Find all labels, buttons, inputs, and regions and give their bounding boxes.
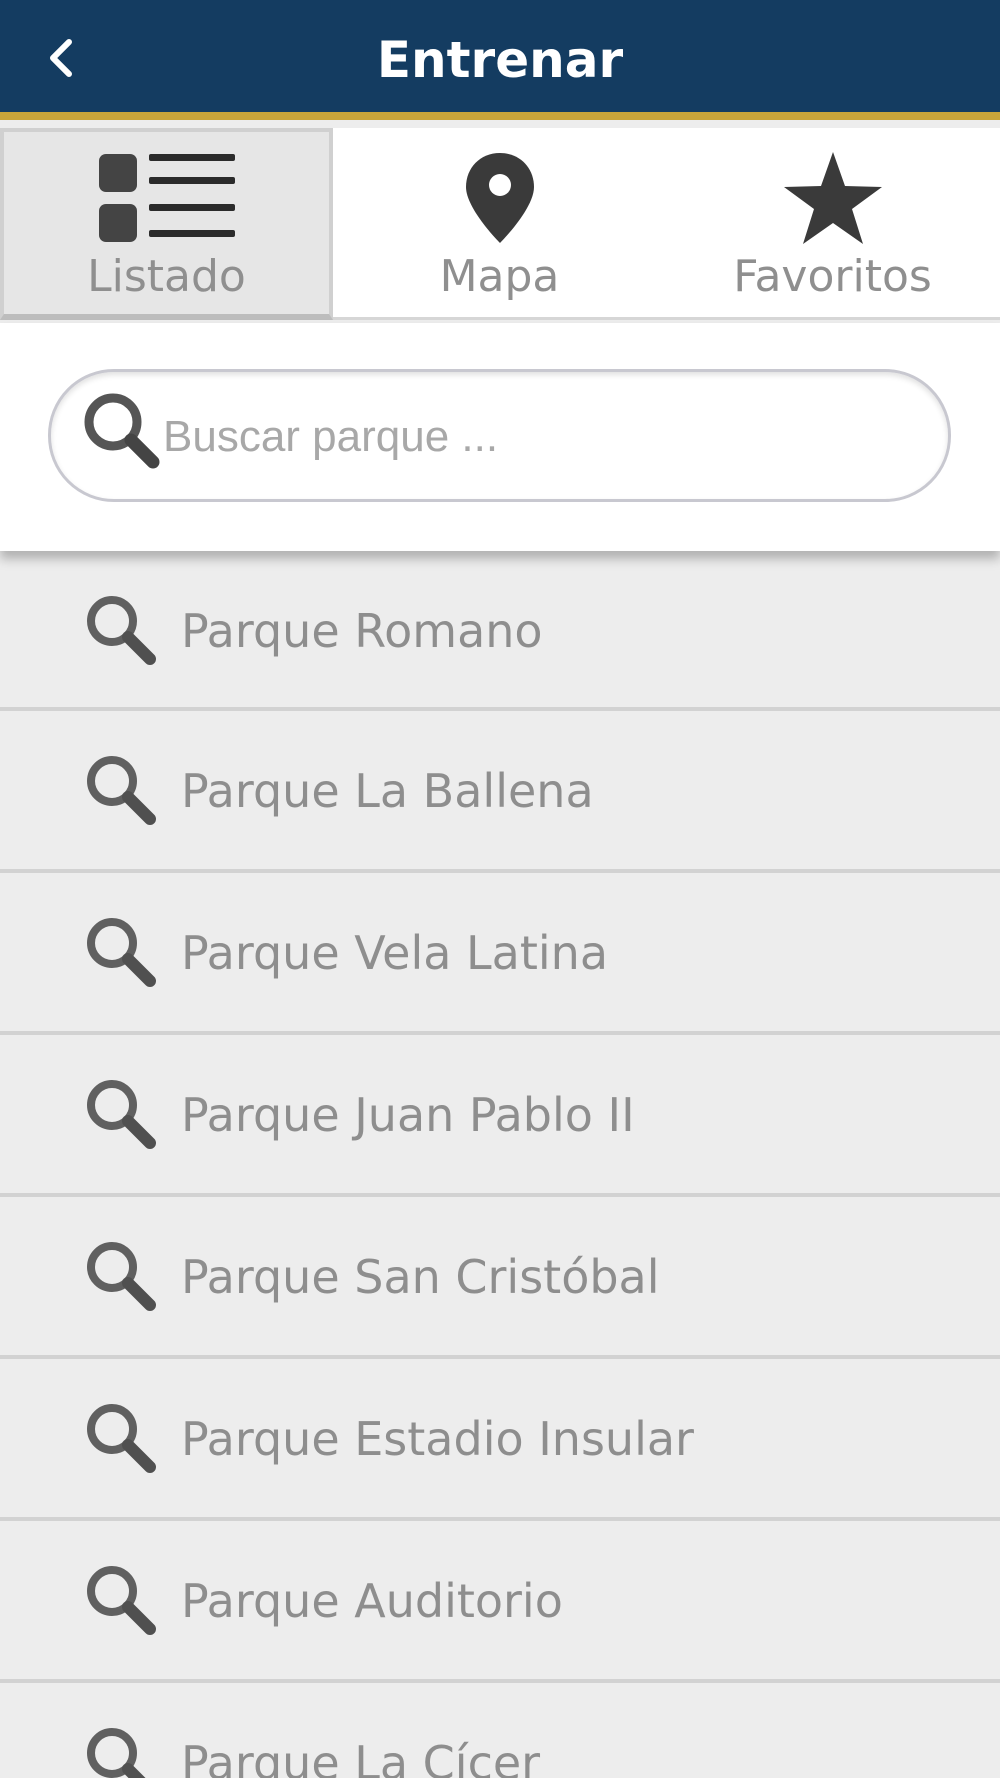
tab-label: Mapa [439, 251, 560, 302]
app-header: Entrenar [0, 0, 1000, 120]
tab-mapa[interactable]: Mapa [333, 128, 666, 320]
list-icon [97, 148, 237, 248]
list-item[interactable]: Parque San Cristóbal [0, 1197, 1000, 1359]
list-item[interactable]: Parque Estadio Insular [0, 1359, 1000, 1521]
search-icon [80, 1073, 162, 1155]
search-panel [0, 323, 1000, 551]
list-item-label: Parque Auditorio [181, 1574, 563, 1628]
tab-favoritos[interactable]: Favoritos [666, 128, 999, 320]
list-item-label: Parque Estadio Insular [181, 1412, 694, 1466]
search-icon [80, 911, 162, 993]
search-icon [80, 1721, 162, 1778]
list-item-label: Parque Romano [181, 604, 543, 658]
tab-label: Favoritos [733, 251, 932, 302]
star-icon [781, 148, 885, 248]
search-box[interactable] [48, 369, 951, 502]
list-item[interactable]: Parque Vela Latina [0, 873, 1000, 1035]
search-icon [77, 386, 167, 476]
list-item-label: Parque La Ballena [181, 764, 594, 818]
list-item[interactable]: Parque Romano [0, 551, 1000, 711]
search-icon [80, 589, 162, 671]
search-icon [80, 1559, 162, 1641]
search-input[interactable] [163, 400, 923, 474]
list-item[interactable]: Parque Auditorio [0, 1521, 1000, 1683]
list-item[interactable]: Parque La Cícer [0, 1683, 1000, 1778]
list-item-label: Parque San Cristóbal [181, 1250, 660, 1304]
list-item-label: Parque Vela Latina [181, 926, 609, 980]
page-title: Entrenar [376, 31, 624, 89]
tab-label: Listado [87, 251, 246, 302]
list-item-label: Parque Juan Pablo II [181, 1088, 635, 1142]
list-item[interactable]: Parque Juan Pablo II [0, 1035, 1000, 1197]
map-pin-icon [463, 148, 537, 248]
list-item-label: Parque La Cícer [181, 1736, 541, 1778]
tab-bar: Listado Mapa Favoritos [0, 128, 1000, 320]
list-item[interactable]: Parque La Ballena [0, 711, 1000, 873]
search-icon [80, 1235, 162, 1317]
tab-listado[interactable]: Listado [0, 128, 333, 320]
park-list: Parque Romano Parque La Ballena Parque Vel… [0, 551, 1000, 1778]
search-icon [80, 749, 162, 831]
search-icon [80, 1397, 162, 1479]
